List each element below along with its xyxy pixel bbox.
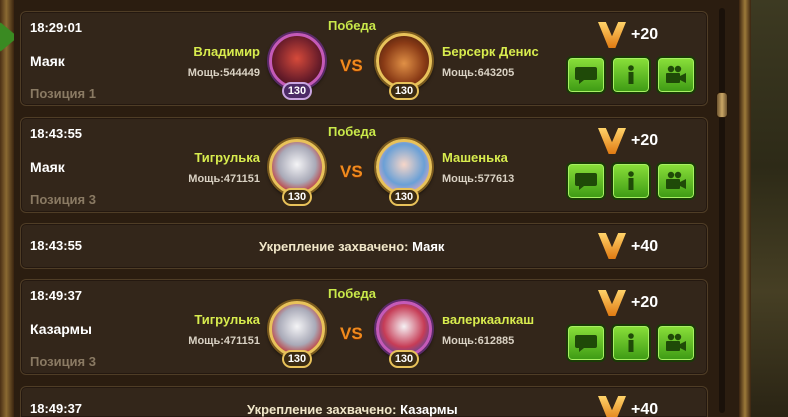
reward-amount: +40 bbox=[631, 238, 659, 255]
attacker-name: Владимир bbox=[193, 44, 260, 59]
defender-level-badge: 130 bbox=[389, 350, 419, 368]
battle-time: 18:43:55 bbox=[30, 126, 83, 141]
chat-button[interactable] bbox=[566, 324, 606, 362]
info-button[interactable] bbox=[611, 324, 651, 362]
info-button[interactable] bbox=[611, 162, 651, 200]
defender-name: валеркаалкаш bbox=[442, 312, 535, 327]
defender-name: Берсерк Денис bbox=[442, 44, 539, 59]
chat-button[interactable] bbox=[566, 56, 606, 94]
attacker-level-badge: 130 bbox=[282, 350, 312, 368]
battle-position: Позиция 3 bbox=[30, 192, 96, 207]
chat-button[interactable] bbox=[566, 162, 606, 200]
battle-time: 18:49:37 bbox=[30, 288, 83, 303]
attacker-name: Тигрулька bbox=[194, 150, 260, 165]
info-button[interactable] bbox=[611, 56, 651, 94]
event-label: Укрепление захвачено: bbox=[259, 239, 413, 254]
vs-label: VS bbox=[340, 56, 363, 75]
battle-entry: 18:49:37 Казармы Позиция 3 Победа Тигрул… bbox=[20, 279, 708, 375]
event-label: Укрепление захвачено: bbox=[247, 402, 401, 417]
scrollbar-thumb[interactable] bbox=[716, 92, 728, 118]
speech-bubble-icon bbox=[575, 67, 597, 84]
capture-event-entry: 18:43:55 Укрепление захвачено: Маяк +40 bbox=[20, 223, 708, 269]
event-time: 18:49:37 bbox=[30, 401, 83, 416]
battle-position: Позиция 1 bbox=[30, 86, 96, 101]
video-camera-icon bbox=[666, 333, 686, 351]
event-message: Укрепление захвачено: Казармы bbox=[247, 402, 458, 417]
vs-label: VS bbox=[340, 162, 363, 181]
attacker-level-badge: 130 bbox=[282, 188, 312, 206]
left-frame bbox=[0, 0, 14, 417]
event-location: Казармы bbox=[400, 402, 458, 417]
defender-portrait[interactable] bbox=[376, 33, 432, 89]
defender-portrait[interactable] bbox=[376, 139, 432, 195]
background-scene bbox=[751, 0, 788, 417]
reward-amount: +40 bbox=[631, 401, 659, 417]
scrollbar-track[interactable] bbox=[719, 8, 725, 413]
valor-v-icon bbox=[598, 22, 626, 48]
attacker-level-badge: 130 bbox=[282, 82, 312, 100]
valor-v-icon bbox=[598, 233, 626, 259]
valor-v-icon bbox=[598, 128, 626, 154]
battle-entry: 18:43:55 Маяк Позиция 3 Победа Тигрулька… bbox=[20, 117, 708, 213]
reward-amount: +20 bbox=[631, 294, 659, 311]
video-camera-icon bbox=[666, 65, 686, 83]
battle-position: Позиция 3 bbox=[30, 354, 96, 369]
battle-result: Победа bbox=[327, 286, 377, 301]
right-frame bbox=[739, 0, 751, 417]
reward-amount: +20 bbox=[631, 132, 659, 149]
battle-location: Маяк bbox=[30, 53, 65, 69]
info-icon bbox=[628, 171, 634, 190]
speech-bubble-icon bbox=[575, 335, 597, 352]
battle-result: Победа bbox=[327, 124, 377, 139]
valor-v-icon bbox=[598, 396, 626, 417]
defender-name: Машенька bbox=[442, 150, 508, 165]
attacker-portrait[interactable] bbox=[269, 301, 325, 357]
attacker-portrait[interactable] bbox=[269, 33, 325, 89]
event-message: Укрепление захвачено: Маяк bbox=[259, 239, 444, 254]
replay-button[interactable] bbox=[656, 162, 696, 200]
reward-amount: +20 bbox=[631, 26, 659, 43]
info-icon bbox=[628, 65, 634, 84]
defender-level-badge: 130 bbox=[389, 188, 419, 206]
event-location: Маяк bbox=[412, 239, 445, 254]
defender-power: Мощь:612885 bbox=[442, 335, 515, 347]
video-camera-icon bbox=[666, 171, 686, 189]
defender-portrait[interactable] bbox=[376, 301, 432, 357]
defender-power: Мощь:577613 bbox=[442, 173, 515, 185]
attacker-name: Тигрулька bbox=[194, 312, 260, 327]
replay-button[interactable] bbox=[656, 324, 696, 362]
attacker-power: Мощь:471151 bbox=[188, 173, 260, 185]
vs-label: VS bbox=[340, 324, 363, 343]
defender-level-badge: 130 bbox=[389, 82, 419, 100]
replay-button[interactable] bbox=[656, 56, 696, 94]
defender-power: Мощь:643205 bbox=[442, 67, 515, 79]
valor-v-icon bbox=[598, 290, 626, 316]
event-time: 18:43:55 bbox=[30, 238, 83, 253]
speech-bubble-icon bbox=[575, 173, 597, 190]
attacker-power: Мощь:471151 bbox=[188, 335, 260, 347]
battle-entry: 18:29:01 Маяк Позиция 1 Победа Владимир … bbox=[20, 11, 708, 106]
capture-event-entry: 18:49:37 Укрепление захвачено: Казармы +… bbox=[20, 386, 708, 417]
battle-result: Победа bbox=[327, 18, 377, 33]
battle-time: 18:29:01 bbox=[30, 20, 83, 35]
attacker-power: Мощь:544449 bbox=[187, 67, 260, 79]
info-icon bbox=[628, 333, 634, 352]
battle-location: Казармы bbox=[30, 321, 92, 337]
attacker-portrait[interactable] bbox=[269, 139, 325, 195]
battle-location: Маяк bbox=[30, 159, 65, 175]
